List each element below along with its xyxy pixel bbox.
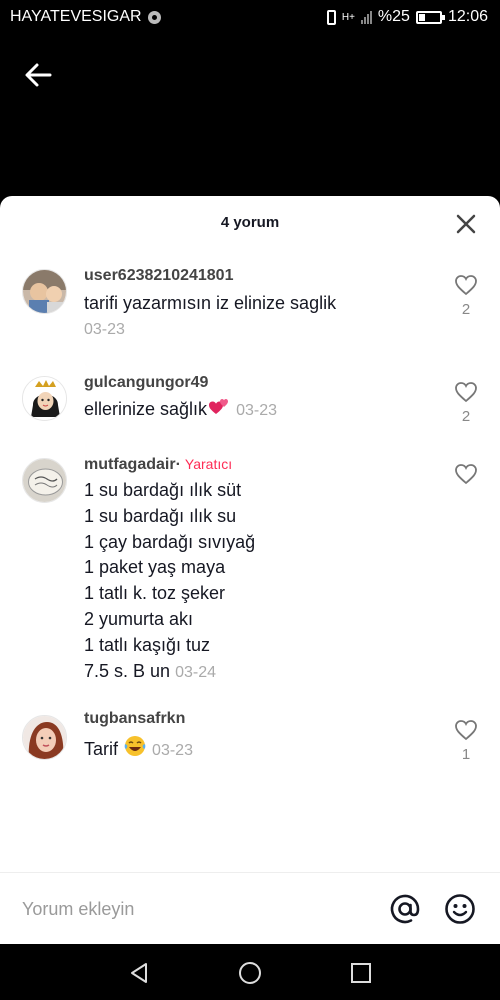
recipe-line: 1 su bardağı ılık su [84, 505, 237, 526]
recipe-text: 1 su bardağı ılık süt 1 su bardağı ılık … [84, 478, 255, 685]
back-arrow-icon [25, 63, 52, 87]
like-button[interactable] [452, 463, 480, 485]
chrome-icon [147, 10, 161, 24]
close-button[interactable] [452, 210, 480, 238]
nav-back-icon[interactable] [126, 960, 152, 986]
network-type: H+ [341, 11, 355, 23]
creator-badge: Yaratıcı [184, 456, 233, 472]
nav-home-icon[interactable] [236, 959, 264, 987]
status-right: H+ %25 12:06 [326, 8, 488, 26]
comment-username[interactable]: tugbansafrkn [84, 710, 185, 728]
recipe-line: 1 su bardağı ılık süt [84, 480, 242, 500]
user-avatar[interactable] [22, 269, 67, 314]
heart-outline-icon [455, 464, 477, 485]
like-button[interactable]: 1 [452, 719, 480, 763]
clock: 12:06 [447, 8, 488, 25]
comment-input-bar: Yorum ekleyin [0, 872, 500, 944]
back-button[interactable] [22, 58, 56, 92]
heart-outline-icon [455, 382, 477, 403]
recipe-line: 2 yumurta akı [84, 608, 194, 629]
system-nav-bar [0, 944, 500, 1000]
nav-recent-icon[interactable] [349, 961, 373, 985]
comment-text: tarifi yazarmısın iz elinize saglik [84, 293, 337, 313]
comment-username[interactable]: mutfagadair· Yaratıcı [84, 456, 232, 474]
heart-outline-icon [455, 720, 477, 741]
comment-date: 03-23 [152, 742, 193, 759]
comment-date: 03-23 [236, 402, 277, 419]
like-count: 2 [461, 408, 471, 425]
recipe-last-line: 7.5 s. B un 03-24 [84, 659, 255, 686]
battery-percent: %25 [377, 8, 410, 25]
recipe-line: 1 çay bardağı sıvıyağ [84, 531, 256, 552]
comment-text-line: Tarif 03-23 [84, 734, 193, 764]
comment-input[interactable]: Yorum ekleyin [22, 899, 134, 920]
comment-text: ellerinize sağlık [84, 399, 208, 419]
recipe-line: 1 tatlı kaşığı tuz [84, 634, 211, 655]
like-count: 1 [461, 746, 471, 763]
comment-text: Tarif [84, 739, 119, 759]
two-hearts-emoji [209, 399, 229, 414]
recipe-line: 7.5 s. B un [84, 660, 171, 681]
at-sign-icon [390, 894, 420, 924]
vibrate-icon [326, 9, 336, 25]
like-count: 2 [461, 301, 471, 318]
recipe-line: 1 tatlı k. toz şeker [84, 583, 226, 604]
comment-username[interactable]: user6238210241801 [84, 267, 233, 285]
like-button[interactable]: 2 [452, 274, 480, 318]
heart-outline-icon [455, 275, 477, 296]
user-avatar[interactable] [22, 376, 67, 421]
comment-text-line: ellerinize sağlık 03-23 [84, 396, 277, 424]
smiley-icon [445, 894, 475, 924]
comment-username[interactable]: gulcangungor49 [84, 374, 208, 392]
comment-date: 03-24 [175, 663, 216, 681]
user-avatar[interactable] [22, 715, 67, 760]
comments-sheet: 4 yorum user6238210241801 tarifi yazarmı… [0, 196, 500, 944]
user-avatar[interactable] [22, 458, 67, 503]
status-left: HAYATEVESIGAR [10, 8, 161, 26]
laughing-tears-emoji [124, 736, 146, 756]
carrier-name: HAYATEVESIGAR [10, 8, 142, 25]
creator-username[interactable]: mutfagadair· [84, 456, 181, 473]
signal-icon [360, 10, 372, 24]
close-icon [456, 214, 476, 234]
like-button[interactable]: 2 [452, 381, 480, 425]
mention-button[interactable] [388, 892, 422, 926]
comment-count-title: 4 yorum [220, 214, 280, 231]
emoji-button[interactable] [443, 892, 477, 926]
recipe-line: 1 paket yaş maya [84, 557, 226, 578]
comment-date: 03-23 [84, 321, 125, 338]
battery-icon [415, 10, 445, 24]
status-bar: HAYATEVESIGAR H+ %25 12:06 [0, 0, 500, 36]
